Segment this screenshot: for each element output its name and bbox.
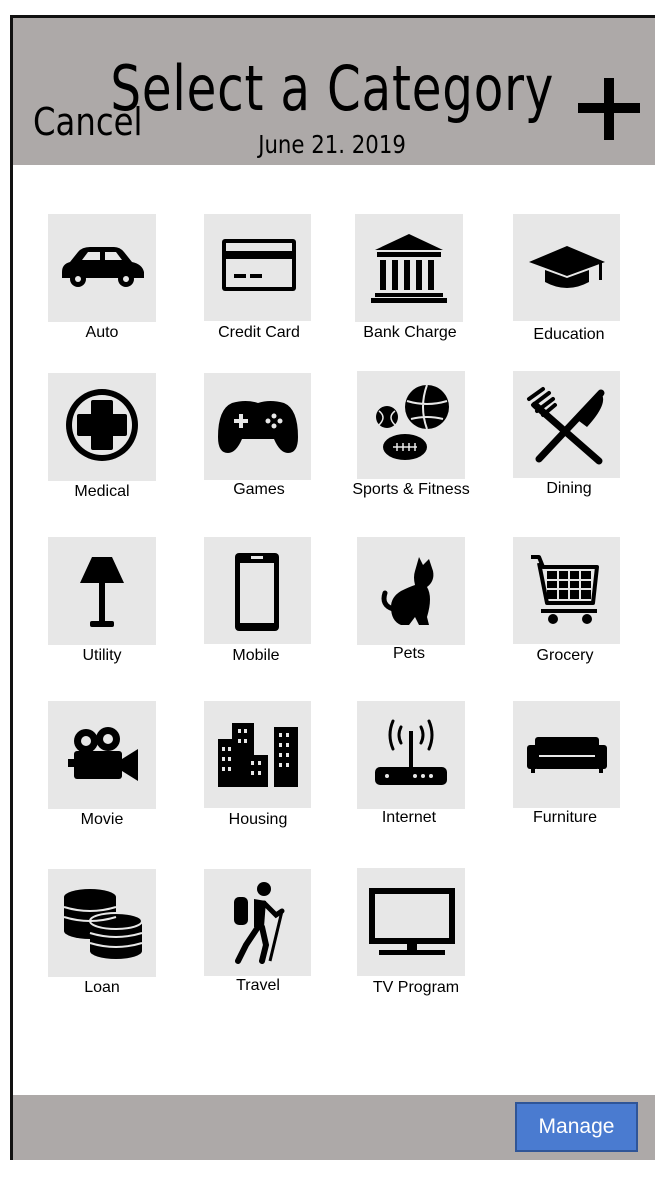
sports-balls-icon <box>376 384 449 460</box>
category-tile-dining[interactable] <box>513 371 620 478</box>
hiker-icon <box>234 882 285 964</box>
category-label: Furniture <box>532 809 598 826</box>
cat-icon <box>381 557 434 625</box>
category-label: Games <box>233 481 285 498</box>
category-label: Utility <box>82 647 122 664</box>
category-tile-furniture[interactable] <box>513 701 620 808</box>
shopping-cart-icon <box>531 555 599 624</box>
category-tile-medical[interactable] <box>48 373 156 481</box>
category-label: Bank Charge <box>363 324 457 341</box>
fork-knife-icon <box>527 387 605 465</box>
manage-button[interactable]: Manage <box>515 1102 638 1152</box>
medical-cross-icon <box>66 389 138 461</box>
category-tile-mobile[interactable] <box>204 537 311 644</box>
category-label: Loan <box>84 979 120 996</box>
category-tile-utility[interactable] <box>48 537 156 645</box>
category-tile-pets[interactable] <box>357 537 465 645</box>
sofa-icon <box>527 737 607 773</box>
category-tile-bank-charge[interactable] <box>355 214 463 322</box>
bank-icon <box>371 234 447 303</box>
router-icon <box>375 719 447 785</box>
category-label: Internet <box>381 809 437 826</box>
car-icon <box>62 247 144 287</box>
category-label: Auto <box>85 324 119 341</box>
category-label: Dining <box>546 480 592 497</box>
category-label: Credit Card <box>218 324 300 341</box>
category-label: Education <box>533 326 605 343</box>
category-tile-education[interactable] <box>513 214 620 321</box>
category-tile-travel[interactable] <box>204 869 311 976</box>
category-label: Travel <box>236 977 280 994</box>
category-label: Movie <box>80 811 124 828</box>
category-tile-credit-card[interactable] <box>204 214 311 321</box>
category-tile-internet[interactable] <box>357 701 465 809</box>
category-tile-tv-program[interactable] <box>357 868 465 976</box>
credit-card-icon <box>222 239 296 291</box>
lamp-icon <box>80 557 124 627</box>
category-tile-loan[interactable] <box>48 869 156 977</box>
date-label: June 21. 2019 <box>258 130 406 159</box>
graduation-cap-icon <box>529 246 605 288</box>
category-label: TV Program <box>372 979 460 996</box>
category-label: Medical <box>74 483 130 500</box>
buildings-icon <box>218 723 298 787</box>
tv-icon <box>369 888 455 955</box>
category-label: Pets <box>392 645 425 662</box>
category-label: Grocery <box>536 647 594 664</box>
category-tile-grocery[interactable] <box>513 537 620 644</box>
category-tile-housing[interactable] <box>204 701 311 808</box>
category-label: Housing <box>228 811 288 828</box>
category-tile-games[interactable] <box>204 373 311 480</box>
category-tile-sports-fitness[interactable] <box>357 371 465 479</box>
category-tile-movie[interactable] <box>48 701 156 809</box>
category-tile-auto[interactable] <box>48 214 156 322</box>
gamepad-icon <box>218 401 298 453</box>
coins-icon <box>63 889 143 959</box>
plus-icon[interactable] <box>578 78 640 140</box>
category-label: Mobile <box>232 647 280 664</box>
page-title: Select a Category <box>110 52 555 125</box>
movie-camera-icon <box>68 727 138 781</box>
category-label: Sports & Fitness <box>352 481 470 498</box>
phone-icon <box>235 553 279 631</box>
